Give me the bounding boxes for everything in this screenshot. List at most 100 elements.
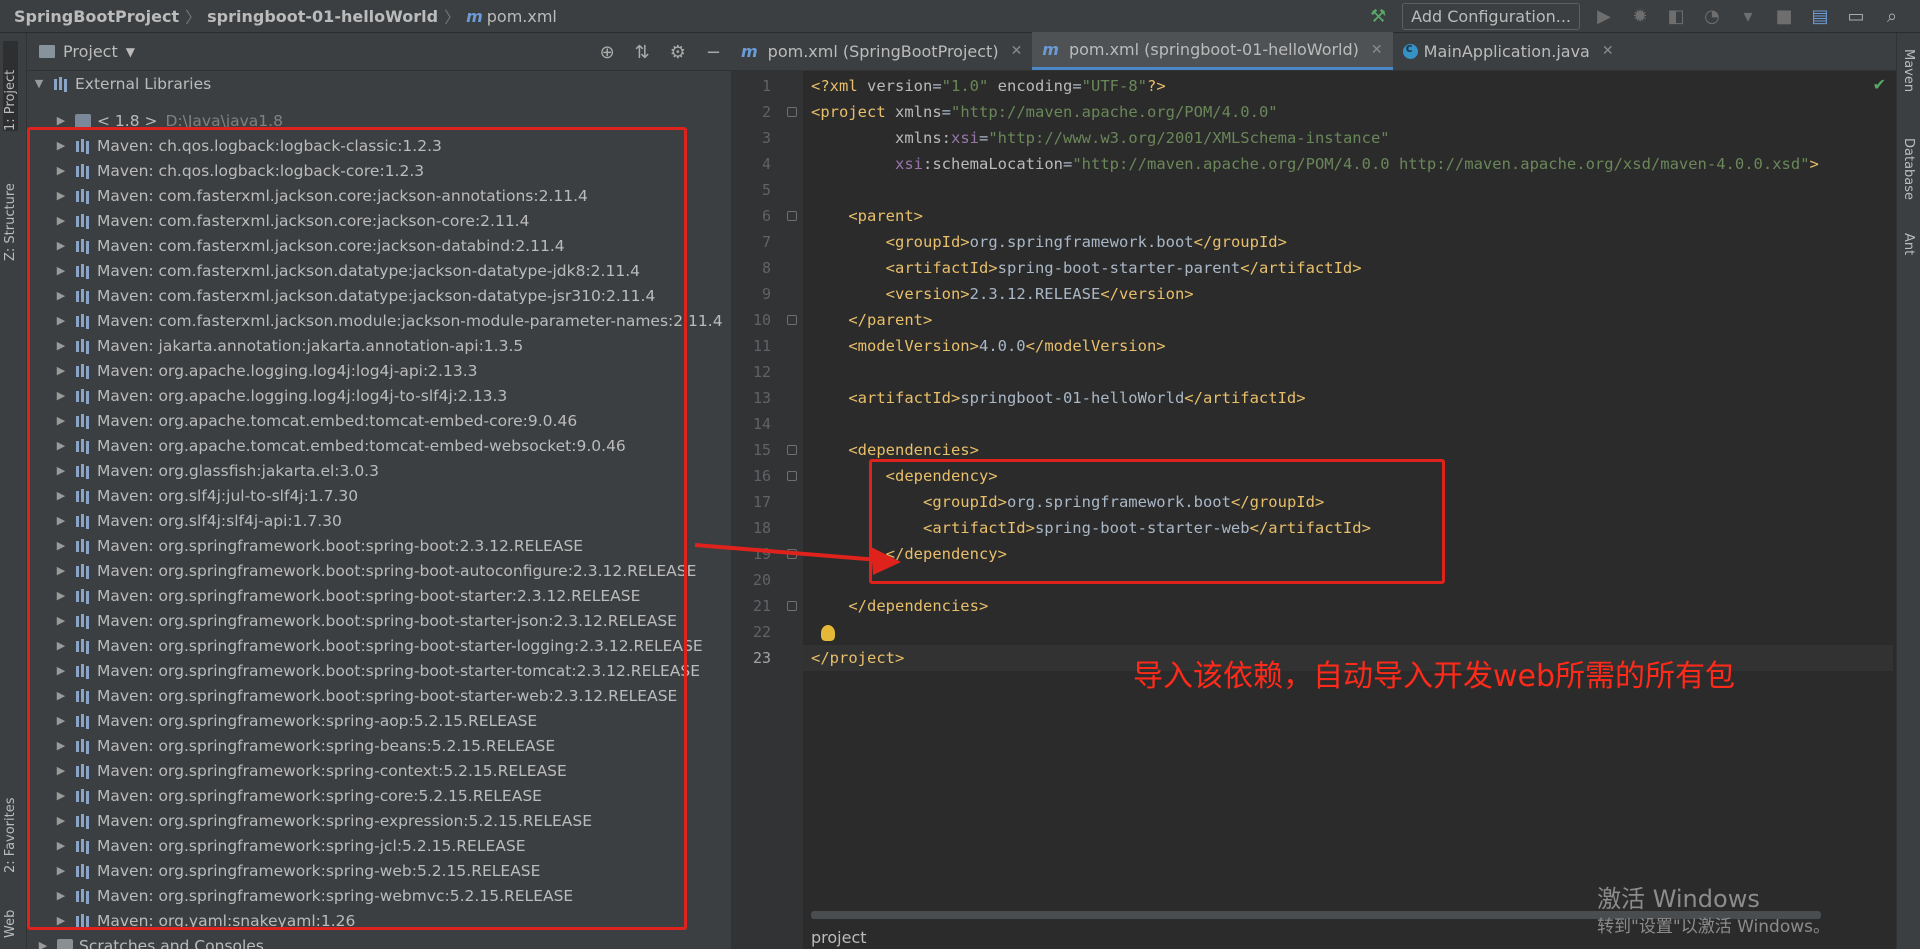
fold-marker-icon[interactable]: [787, 471, 797, 481]
line-number: 16: [752, 467, 771, 485]
fold-marker-icon[interactable]: [787, 445, 797, 455]
code-token: "UTF-8": [1081, 77, 1147, 95]
chevron-right-icon[interactable]: ▶: [55, 114, 67, 127]
watermark-line2: 转到"设置"以激活 Windows。: [1597, 917, 1830, 937]
coverage-icon[interactable]: ◧: [1664, 5, 1688, 29]
chevron-down-icon[interactable]: ▼: [33, 77, 45, 90]
editor-area: m pom.xml (SpringBootProject) ✕ m pom.xml (s…: [694, 32, 1896, 949]
code-token: "http://www.w3.org/2001/XMLSchema-instan…: [988, 129, 1390, 147]
code-line: <?xml version="1.0" encoding="UTF-8"?>: [811, 73, 1166, 99]
dropdown-icon[interactable]: ▾: [1736, 5, 1760, 29]
build-hammer-icon[interactable]: ⚒: [1366, 5, 1390, 29]
code-line: </dependencies>: [811, 593, 988, 619]
code-token: </artifactId>: [1184, 389, 1306, 407]
editor-tab-label: pom.xml (springboot-01-helloWorld): [1068, 40, 1359, 59]
jdk-folder-icon: [75, 113, 91, 128]
code-token: </modelVersion>: [1025, 337, 1166, 355]
line-number: 14: [752, 415, 771, 433]
code-token: <version>: [885, 285, 970, 303]
code-token: ?>: [1147, 77, 1166, 95]
close-icon[interactable]: ✕: [1011, 43, 1023, 59]
tab-favorites[interactable]: 2: Favorites: [3, 773, 18, 873]
code-token: <modelVersion>: [848, 337, 979, 355]
project-panel: Project ▼ ⊕ ⇅ ⚙ − ▼ External Libraries ▶ < …: [27, 33, 755, 949]
code-token: version: [867, 77, 933, 95]
lightbulb-icon[interactable]: [821, 625, 835, 641]
project-panel-actions: ⊕ ⇅ ⚙ −: [600, 33, 721, 71]
line-number: 3: [761, 129, 771, 147]
fold-marker-icon[interactable]: [787, 601, 797, 611]
breadcrumb-file[interactable]: m pom.xml: [466, 7, 557, 26]
layout-icon[interactable]: ▭: [1844, 5, 1868, 29]
project-panel-header: Project ▼ ⊕ ⇅ ⚙ −: [27, 33, 731, 71]
scratches-icon: [57, 938, 73, 949]
profile-icon[interactable]: ◔: [1700, 5, 1724, 29]
project-panel-title: Project: [63, 42, 118, 61]
line-number: 23: [752, 649, 771, 667]
debug-icon[interactable]: ✹: [1628, 5, 1652, 29]
breadcrumb-module[interactable]: springboot-01-helloWorld: [207, 7, 438, 26]
minimize-icon[interactable]: −: [706, 42, 721, 63]
locate-icon[interactable]: ⊕: [600, 42, 615, 63]
tab-ant[interactable]: Ant: [1901, 233, 1916, 255]
breadcrumb-project[interactable]: SpringBootProject: [14, 7, 179, 26]
line-number: 15: [752, 441, 771, 459]
fold-marker-icon[interactable]: [787, 211, 797, 221]
project-view-selector[interactable]: Project ▼: [27, 42, 135, 61]
tab-project[interactable]: 1: Project: [3, 41, 18, 131]
run-icon[interactable]: ▶: [1592, 5, 1616, 29]
project-structure-icon[interactable]: ▤: [1808, 5, 1832, 29]
code-token: xml: [829, 77, 867, 95]
code-token: 4.0.0: [978, 337, 1026, 355]
tree-item[interactable]: ▼ External Libraries: [27, 71, 727, 96]
line-number: 10: [752, 311, 771, 329]
fold-marker-icon[interactable]: [787, 107, 797, 117]
code-line: <parent>: [811, 203, 923, 229]
tab-database[interactable]: Database: [1901, 138, 1916, 200]
stop-icon[interactable]: ■: [1772, 5, 1796, 29]
code-token: org.springframework.boot: [969, 233, 1194, 251]
tree-item-label: Scratches and Consoles: [79, 936, 264, 949]
maven-file-icon: m: [741, 41, 758, 61]
chevron-right-icon[interactable]: ▶: [37, 939, 49, 949]
tab-maven[interactable]: Maven: [1901, 49, 1916, 92]
line-number: 5: [761, 181, 771, 199]
editor-tab[interactable]: MainApplication.java ✕: [1393, 32, 1624, 70]
fold-marker-icon[interactable]: [787, 315, 797, 325]
red-arrow-icon: [694, 543, 901, 575]
code-token: <artifactId>: [848, 389, 961, 407]
line-number: 6: [761, 207, 771, 225]
collapse-all-icon[interactable]: ⇅: [635, 42, 650, 63]
editor-tabs: m pom.xml (SpringBootProject) ✕ m pom.xml (s…: [731, 32, 1896, 71]
breadcrumb-file-label: pom.xml: [486, 6, 557, 26]
line-number: 2: [761, 103, 771, 121]
gear-icon[interactable]: ⚙: [670, 42, 686, 63]
tab-structure[interactable]: Z: Structure: [3, 151, 18, 261]
tree-item[interactable]: ▶ Scratches and Consoles: [27, 933, 727, 949]
editor-tab-label: pom.xml (SpringBootProject): [767, 41, 999, 61]
editor-tab[interactable]: m pom.xml (SpringBootProject) ✕: [731, 32, 1032, 70]
add-configuration-button[interactable]: Add Configuration...: [1402, 3, 1580, 30]
close-icon[interactable]: ✕: [1602, 43, 1614, 59]
highlight-box: [27, 127, 687, 930]
close-icon[interactable]: ✕: [1371, 42, 1383, 58]
code-token: >: [1809, 155, 1819, 173]
code-token: </project>: [811, 649, 905, 667]
line-number: 22: [752, 623, 771, 641]
code-token: =: [979, 129, 989, 147]
editor-tab[interactable]: m pom.xml (springboot-01-helloWorld) ✕: [1032, 32, 1393, 70]
code-line: <project xmlns="http://maven.apache.org/…: [811, 99, 1278, 125]
code-token: xsi: [895, 155, 923, 173]
code-token: </version>: [1100, 285, 1194, 303]
code-token: xmlns: [895, 103, 942, 121]
line-number: 21: [752, 597, 771, 615]
tab-web[interactable]: Web: [3, 888, 18, 938]
right-tool-window-strip: Maven Database Ant: [1896, 33, 1920, 949]
line-number: 7: [761, 233, 771, 251]
ide-window: { "navbar": { "crumbs": ["SpringBootProj…: [0, 0, 1920, 949]
search-everywhere-icon[interactable]: ⌕: [1880, 5, 1904, 29]
